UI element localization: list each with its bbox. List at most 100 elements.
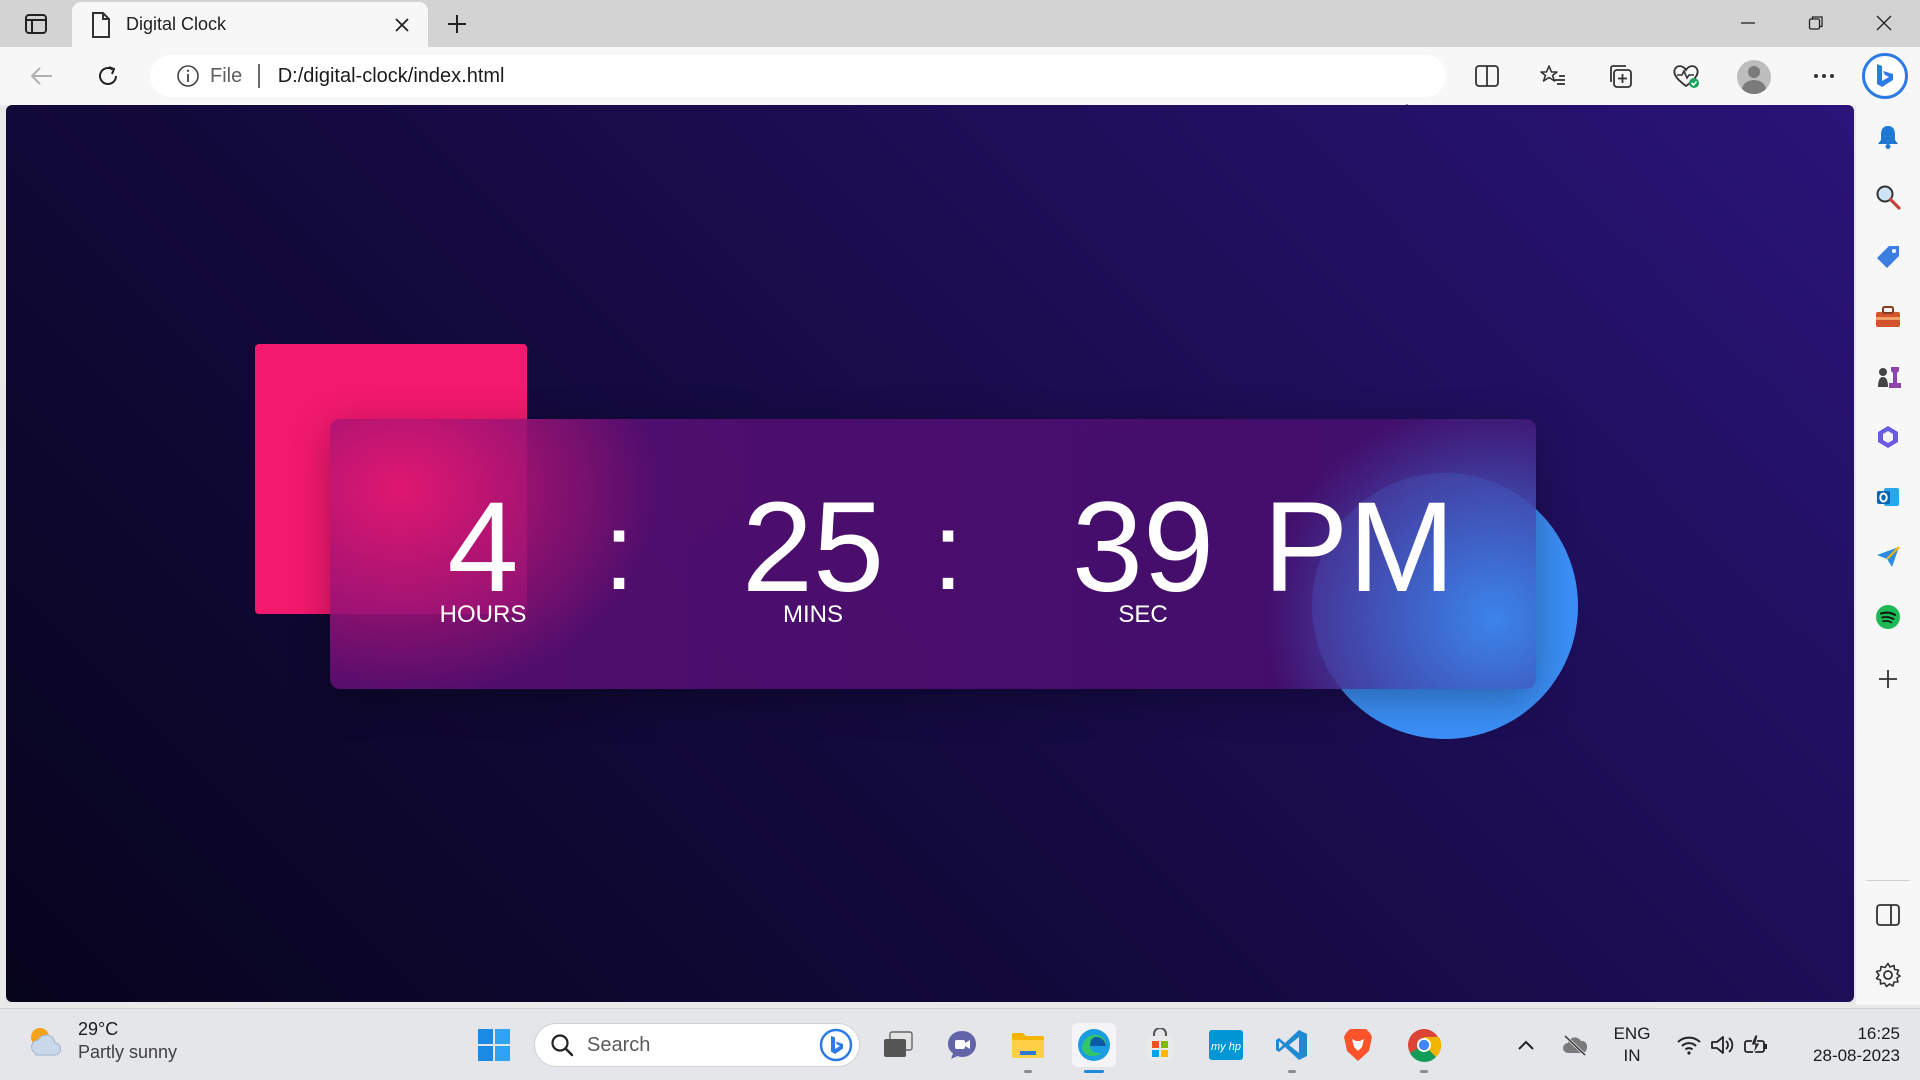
refresh-button[interactable]: [88, 57, 128, 95]
secs-unit: 39 SEC: [1053, 484, 1233, 627]
heart-pulse-icon: [1673, 65, 1699, 88]
brave-button[interactable]: [1336, 1023, 1380, 1067]
microsoft-store-button[interactable]: [1138, 1023, 1182, 1067]
settings-more-button[interactable]: [1806, 61, 1842, 91]
edge-taskbar-button[interactable]: [1072, 1023, 1116, 1073]
taskbar-search-box[interactable]: Search: [534, 1023, 860, 1067]
lang-bottom: IN: [1623, 1046, 1641, 1065]
page-viewport: 4 HOURS : 25 MINS : 39 SEC PM: [6, 105, 1854, 1002]
sidebar-panel-icon: [1876, 904, 1900, 926]
bell-icon: [1878, 126, 1898, 149]
bing-copilot-button[interactable]: [1862, 53, 1908, 99]
hours-unit: 4 HOURS: [393, 476, 573, 627]
file-explorer-button[interactable]: [1006, 1023, 1050, 1073]
colon-separator: :: [603, 490, 635, 613]
add-sidebar-app-button[interactable]: [1874, 665, 1902, 693]
hours-value: 4: [447, 476, 519, 619]
avatar-body: [1742, 80, 1766, 94]
address-url[interactable]: D:/digital-clock/index.html: [278, 65, 1446, 88]
avatar-head: [1748, 66, 1760, 78]
myhp-icon: my hp: [1209, 1030, 1243, 1060]
close-icon: [1876, 15, 1892, 31]
lang-top: ENG: [1613, 1024, 1651, 1043]
weather-widget[interactable]: 29°C Partly sunny: [24, 1019, 177, 1063]
address-separator: [258, 64, 260, 88]
start-button[interactable]: [472, 1023, 516, 1067]
input-language-button[interactable]: ENG IN: [1610, 1023, 1654, 1067]
tag-icon: [1877, 246, 1899, 268]
tab-actions-button[interactable]: [14, 9, 58, 39]
show-hidden-icons-button[interactable]: [1512, 1031, 1540, 1059]
restore-button[interactable]: [1788, 6, 1844, 40]
favorites-button[interactable]: [1533, 58, 1573, 94]
tools-button[interactable]: [1874, 303, 1902, 331]
vscode-icon: [1276, 1030, 1307, 1060]
office-icon: [1878, 426, 1898, 448]
minimize-icon: [1741, 22, 1755, 24]
active-indicator: [1084, 1070, 1104, 1073]
back-button[interactable]: [22, 57, 62, 95]
weather-temp: 29°C: [78, 1019, 119, 1039]
arrow-left-icon: [30, 67, 52, 85]
hide-sidebar-button[interactable]: [1874, 901, 1902, 929]
sidebar-search-button[interactable]: [1874, 183, 1902, 211]
chess-icon: [1878, 367, 1901, 388]
svg-text:my hp: my hp: [1211, 1041, 1241, 1053]
outlook-button[interactable]: [1874, 483, 1902, 511]
tab-title: Digital Clock: [126, 14, 227, 34]
search-icon: [1876, 185, 1901, 210]
notifications-button[interactable]: [1874, 123, 1902, 151]
toolbox-icon: [1876, 306, 1900, 327]
windows-logo-icon: [478, 1029, 510, 1061]
partly-sunny-icon: [31, 1028, 61, 1056]
collections-button[interactable]: [1600, 58, 1640, 94]
address-scheme: File: [210, 64, 243, 87]
drop-button[interactable]: [1874, 543, 1902, 571]
split-screen-icon: [1475, 65, 1499, 87]
ampm-indicator: PM: [1263, 476, 1455, 619]
refresh-icon: [99, 66, 117, 85]
speaker-icon: [1711, 1036, 1734, 1054]
close-window-button[interactable]: [1856, 6, 1912, 40]
chrome-button[interactable]: [1402, 1023, 1446, 1073]
restore-icon: [1808, 16, 1823, 30]
new-tab-button[interactable]: [440, 8, 474, 40]
vscode-button[interactable]: [1270, 1023, 1314, 1073]
gear-icon: [1875, 962, 1901, 988]
close-icon: [395, 17, 409, 32]
wifi-icon: [1677, 1036, 1701, 1055]
browser-essentials-button[interactable]: [1666, 58, 1706, 94]
tab-close-button[interactable]: [388, 11, 416, 39]
chat-icon: [948, 1031, 976, 1059]
cloud-offline-icon: [1563, 1034, 1588, 1056]
games-button[interactable]: [1874, 363, 1902, 391]
sidebar-settings-button[interactable]: [1874, 961, 1902, 989]
spotify-icon: [1876, 605, 1900, 629]
address-bar[interactable]: File D:/digital-clock/index.html: [150, 55, 1446, 97]
volume-button[interactable]: [1708, 1031, 1738, 1059]
teams-chat-button[interactable]: [940, 1023, 984, 1067]
task-view-button[interactable]: [876, 1023, 920, 1067]
onedrive-button[interactable]: [1560, 1031, 1590, 1059]
microsoft-365-button[interactable]: [1874, 423, 1902, 451]
plus-icon: [448, 15, 466, 33]
profile-avatar[interactable]: [1737, 60, 1771, 94]
taskbar-clock[interactable]: 16:25 28-08-2023: [1790, 1023, 1900, 1067]
shopping-button[interactable]: [1874, 243, 1902, 271]
taskbar-time: 16:25: [1857, 1024, 1900, 1043]
tab-digital-clock[interactable]: Digital Clock: [72, 2, 428, 47]
search-placeholder: Search: [587, 1033, 651, 1056]
colon-separator: :: [932, 490, 964, 613]
outlook-icon: [1877, 488, 1899, 506]
windows-taskbar: 29°C Partly sunny Search my hp ENG IN 16…: [0, 1008, 1920, 1080]
edge-icon: [1078, 1029, 1110, 1061]
bing-icon: [1877, 64, 1893, 87]
split-screen-button[interactable]: [1467, 58, 1507, 94]
paper-plane-icon: [1877, 546, 1900, 567]
wifi-button[interactable]: [1674, 1031, 1704, 1059]
minimize-button[interactable]: [1720, 6, 1776, 40]
myhp-button[interactable]: my hp: [1204, 1023, 1248, 1067]
search-icon: [551, 1034, 574, 1057]
battery-button[interactable]: [1742, 1031, 1772, 1059]
spotify-button[interactable]: [1874, 603, 1902, 631]
